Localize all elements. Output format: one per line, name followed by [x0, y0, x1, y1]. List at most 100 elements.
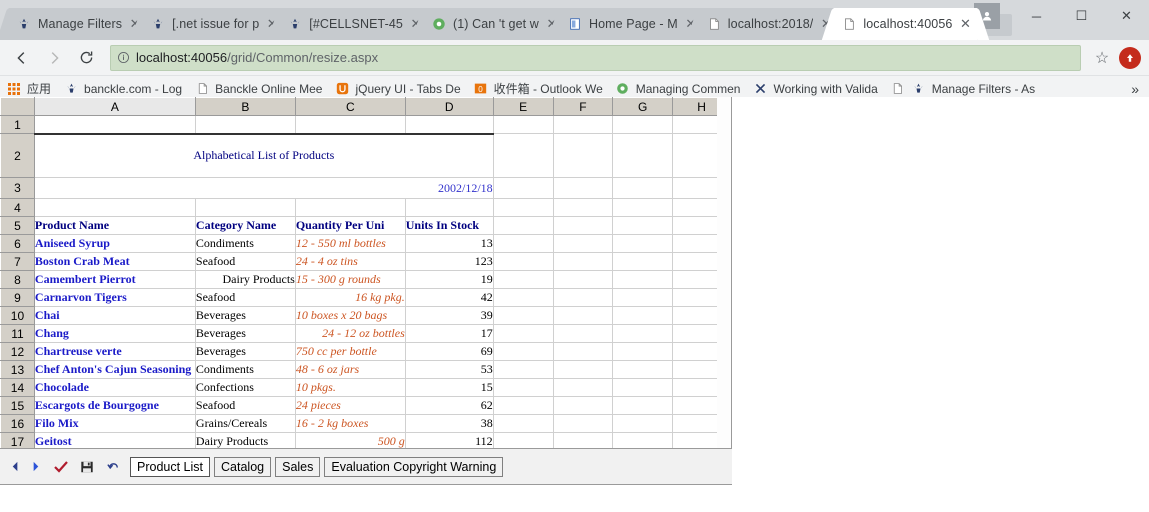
- cell-D4[interactable]: [405, 198, 494, 217]
- bookmark-item-2[interactable]: jQuery UI - Tabs De: [334, 81, 461, 97]
- row-header-8[interactable]: 8: [0, 270, 35, 289]
- cell-G9[interactable]: [612, 288, 674, 307]
- browser-tab-2[interactable]: [#CELLSNET-45 ✕: [268, 8, 441, 40]
- cell-product-name-9[interactable]: Carnarvon Tigers: [33, 288, 196, 307]
- cell-product-name-16[interactable]: Filo Mix: [33, 414, 196, 433]
- cell-E12[interactable]: [493, 342, 554, 361]
- extension-icon[interactable]: [1119, 46, 1141, 69]
- browser-tab-3[interactable]: (1) Can 't get w ✕: [411, 8, 577, 40]
- cell-G1[interactable]: [612, 115, 674, 134]
- row-header-3[interactable]: 3: [0, 177, 35, 199]
- row-header-16[interactable]: 16: [0, 414, 35, 433]
- cell-product-name-11[interactable]: Chang: [33, 324, 196, 343]
- row-header-13[interactable]: 13: [0, 360, 35, 379]
- row-header-4[interactable]: 4: [0, 198, 35, 217]
- table-header-product-name[interactable]: Product Name: [33, 216, 196, 235]
- cell-E15[interactable]: [493, 396, 554, 415]
- cell-F14[interactable]: [553, 378, 614, 397]
- cell-C4[interactable]: [295, 198, 406, 217]
- cell-quantity-16[interactable]: 16 - 2 kg boxes: [295, 414, 406, 433]
- cell-C1[interactable]: [295, 115, 406, 134]
- cell-quantity-12[interactable]: 750 cc per bottle: [295, 342, 406, 361]
- forward-icon[interactable]: [40, 44, 68, 72]
- cell-E3[interactable]: [493, 177, 554, 199]
- cell-category-name-14[interactable]: Confections: [195, 378, 296, 397]
- cell-F7[interactable]: [553, 252, 614, 271]
- cell-F2[interactable]: [553, 133, 614, 178]
- close-window-button[interactable]: ✕: [1104, 0, 1149, 32]
- cell-units-in-stock-10[interactable]: 39: [405, 306, 494, 325]
- cell-F16[interactable]: [553, 414, 614, 433]
- save-icon[interactable]: [78, 457, 96, 477]
- cell-product-name-13[interactable]: Chef Anton's Cajun Seasoning: [33, 360, 196, 379]
- bookmark-item-5[interactable]: Working with Valida: [752, 81, 878, 97]
- sheet-tab-product-list[interactable]: Product List: [130, 456, 211, 477]
- row-header-5[interactable]: 5: [0, 216, 35, 235]
- cell-E2[interactable]: [493, 133, 554, 178]
- bookmark-item-3[interactable]: 0 收件箱 - Outlook We: [473, 80, 603, 97]
- cell-E14[interactable]: [493, 378, 554, 397]
- browser-tab-0[interactable]: Manage Filters ✕: [0, 8, 160, 40]
- cell-quantity-15[interactable]: 24 pieces: [295, 396, 406, 415]
- column-header-D[interactable]: D: [404, 97, 494, 116]
- cell-units-in-stock-16[interactable]: 38: [405, 414, 494, 433]
- cell-F13[interactable]: [553, 360, 614, 379]
- cell-units-in-stock-12[interactable]: 69: [405, 342, 494, 361]
- column-header-A[interactable]: A: [33, 97, 196, 116]
- row-header-10[interactable]: 10: [0, 306, 35, 325]
- cell-category-name-7[interactable]: Seafood: [195, 252, 296, 271]
- cell-D1[interactable]: [405, 115, 494, 134]
- cell-quantity-11[interactable]: 24 - 12 oz bottles: [295, 324, 406, 343]
- cell-product-name-14[interactable]: Chocolade: [33, 378, 196, 397]
- cell-quantity-13[interactable]: 48 - 6 oz jars: [295, 360, 406, 379]
- next-sheet-icon[interactable]: [26, 457, 44, 477]
- cell-F9[interactable]: [553, 288, 614, 307]
- cell-E4[interactable]: [493, 198, 554, 217]
- column-header-F[interactable]: F: [552, 97, 614, 116]
- cell-B4[interactable]: [195, 198, 296, 217]
- select-all-corner[interactable]: [0, 97, 35, 116]
- cell-F3[interactable]: [553, 177, 614, 199]
- cell-category-name-17[interactable]: Dairy Products: [195, 432, 296, 448]
- cell-category-name-9[interactable]: Seafood: [195, 288, 296, 307]
- cell-E1[interactable]: [493, 115, 554, 134]
- cell-units-in-stock-7[interactable]: 123: [405, 252, 494, 271]
- cell-units-in-stock-14[interactable]: 15: [405, 378, 494, 397]
- cell-category-name-11[interactable]: Beverages: [195, 324, 296, 343]
- cell-quantity-8[interactable]: 15 - 300 g rounds: [295, 270, 406, 289]
- cell-G5[interactable]: [612, 216, 674, 235]
- cell-product-name-12[interactable]: Chartreuse verte: [33, 342, 196, 361]
- cell-quantity-7[interactable]: 24 - 4 oz tins: [295, 252, 406, 271]
- browser-tab-5[interactable]: localhost:2018/ ✕: [686, 8, 851, 40]
- accept-icon[interactable]: [52, 457, 70, 477]
- row-header-14[interactable]: 14: [0, 378, 35, 397]
- cell-units-in-stock-17[interactable]: 112: [405, 432, 494, 448]
- cell-F10[interactable]: [553, 306, 614, 325]
- cell-G16[interactable]: [612, 414, 674, 433]
- cell-E16[interactable]: [493, 414, 554, 433]
- previous-sheet-icon[interactable]: [6, 457, 24, 477]
- close-icon[interactable]: ✕: [956, 15, 974, 33]
- cell-category-name-15[interactable]: Seafood: [195, 396, 296, 415]
- table-header-units-in-stock[interactable]: Units In Stock: [404, 216, 494, 235]
- cell-F15[interactable]: [553, 396, 614, 415]
- cell-category-name-6[interactable]: Condiments: [195, 234, 296, 253]
- cell-product-name-6[interactable]: Aniseed Syrup: [33, 234, 196, 253]
- cell-E11[interactable]: [493, 324, 554, 343]
- cell-units-in-stock-8[interactable]: 19: [405, 270, 494, 289]
- cell-E8[interactable]: [493, 270, 554, 289]
- minimize-button[interactable]: ─: [1014, 0, 1059, 32]
- cell-G17[interactable]: [612, 432, 674, 448]
- cell-F12[interactable]: [553, 342, 614, 361]
- sheet-tab-evaluation-copyright-warning[interactable]: Evaluation Copyright Warning: [324, 456, 504, 477]
- report-title[interactable]: Alphabetical List of Products: [33, 132, 494, 178]
- cell-E13[interactable]: [493, 360, 554, 379]
- back-icon[interactable]: [8, 44, 36, 72]
- row-header-6[interactable]: 6: [0, 234, 35, 253]
- column-header-B[interactable]: B: [194, 97, 296, 116]
- cell-G3[interactable]: [612, 177, 674, 199]
- cell-B1[interactable]: [195, 115, 296, 134]
- address-bar[interactable]: localhost:40056/grid/Common/resize.aspx: [110, 44, 1081, 71]
- row-header-11[interactable]: 11: [0, 324, 35, 343]
- cell-quantity-17[interactable]: 500 g: [295, 432, 406, 448]
